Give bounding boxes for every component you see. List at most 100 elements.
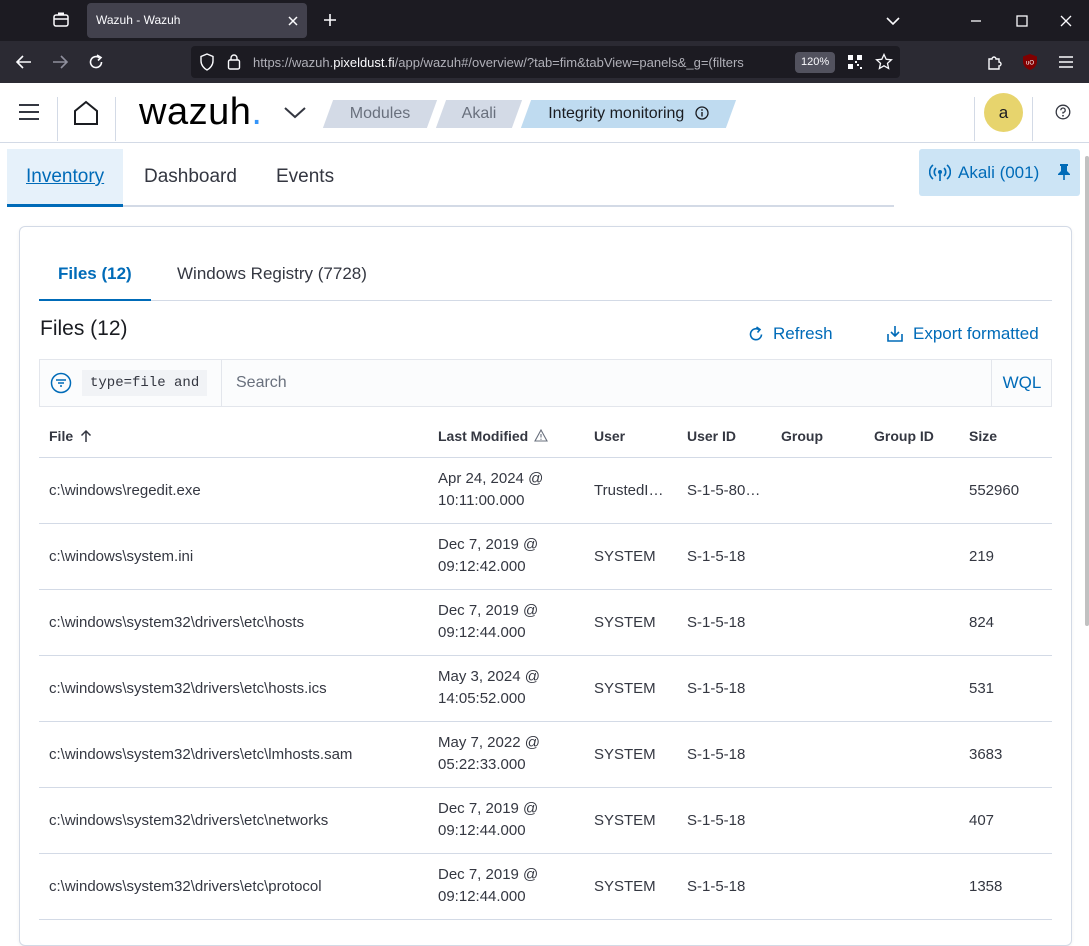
cell-user-id: S-1-5-80… xyxy=(677,457,771,524)
breadcrumb-label: Akali xyxy=(461,105,497,122)
zoom-level-badge[interactable]: 120% xyxy=(795,52,836,73)
modified-date: Dec 7, 2019 @ xyxy=(438,866,539,883)
cell-size: 1358 xyxy=(959,853,1052,920)
svg-text:uO: uO xyxy=(1026,61,1034,67)
column-header-user-id[interactable]: User ID xyxy=(677,415,771,458)
tab-dashboard[interactable]: Dashboard xyxy=(125,149,256,207)
minimize-icon[interactable] xyxy=(953,0,999,41)
cell-group-id xyxy=(864,787,959,854)
ublock-origin-icon[interactable]: uO xyxy=(1014,46,1046,78)
column-header-file[interactable]: File xyxy=(39,415,428,458)
cell-last-modified: May 7, 2022 @ 05:22:33.000 xyxy=(428,721,584,788)
help-icon[interactable] xyxy=(1052,101,1074,123)
export-label: Export formatted xyxy=(913,324,1039,343)
query-language-button[interactable]: WQL xyxy=(992,360,1052,406)
url-text[interactable]: https://wazuh.pixeldust.fi/app/wazuh#/ov… xyxy=(253,55,783,70)
column-header-last-modified[interactable]: Last Modified xyxy=(428,415,584,458)
forward-arrow-icon[interactable] xyxy=(44,46,76,78)
table-row[interactable]: c:\windows\system32\drivers\etc\hosts.ic… xyxy=(39,655,1052,722)
home-icon[interactable] xyxy=(68,95,104,131)
search-bar: type=file and WQL xyxy=(39,359,1052,407)
cell-group xyxy=(771,655,864,722)
sort-ascending-icon xyxy=(81,429,92,442)
logo-dot: . xyxy=(251,91,263,133)
cell-user-id: S-1-5-18 xyxy=(677,853,771,920)
tab-files[interactable]: Files (12) xyxy=(39,253,151,301)
column-header-user[interactable]: User xyxy=(584,415,677,458)
tab-windows-registry[interactable]: Windows Registry (7728) xyxy=(158,253,386,301)
reload-icon[interactable] xyxy=(80,46,112,78)
modified-date: May 7, 2022 @ xyxy=(438,734,540,751)
qr-code-icon[interactable] xyxy=(847,54,863,75)
wazuh-logo[interactable]: wazuh. xyxy=(139,91,262,134)
inventory-sub-tabs: Files (12) Windows Registry (7728) xyxy=(39,253,1052,301)
cell-group xyxy=(771,721,864,788)
maximize-icon[interactable] xyxy=(999,0,1045,41)
filter-icon[interactable] xyxy=(50,372,72,394)
column-header-group-id[interactable]: Group ID xyxy=(864,415,959,458)
cell-last-modified: Apr 24, 2024 @ 10:11:00.000 xyxy=(428,457,584,524)
search-input[interactable] xyxy=(222,360,990,406)
bookmark-star-icon[interactable] xyxy=(875,52,893,76)
close-tab-icon[interactable] xyxy=(283,11,303,31)
modified-date: Dec 7, 2019 @ xyxy=(438,602,539,619)
column-header-size[interactable]: Size xyxy=(959,415,1052,458)
agent-signal-icon xyxy=(928,162,952,187)
header-divider xyxy=(1032,97,1033,141)
breadcrumb-agent[interactable]: Akali xyxy=(435,100,523,128)
column-label: Last Modified xyxy=(438,427,529,444)
cell-size: 531 xyxy=(959,655,1052,722)
chevron-down-icon[interactable] xyxy=(280,99,310,127)
close-window-icon[interactable] xyxy=(1043,0,1089,41)
table-row[interactable]: c:\windows\system32\drivers\etc\networks… xyxy=(39,787,1052,854)
column-header-group[interactable]: Group xyxy=(771,415,864,458)
header-divider xyxy=(974,97,975,141)
table-row[interactable]: c:\windows\system32\drivers\etc\protocol… xyxy=(39,853,1052,920)
cell-size: 824 xyxy=(959,589,1052,656)
export-icon xyxy=(887,326,903,342)
hamburger-menu-icon[interactable] xyxy=(12,95,46,129)
tab-events[interactable]: Events xyxy=(257,149,353,207)
extensions-puzzle-icon[interactable] xyxy=(979,46,1011,78)
agent-selector-button[interactable]: Akali (001) xyxy=(919,149,1080,196)
tab-inventory[interactable]: Inventory xyxy=(7,149,124,207)
cell-size: 219 xyxy=(959,523,1052,590)
export-formatted-button[interactable]: Export formatted xyxy=(885,324,1039,344)
new-tab-icon[interactable] xyxy=(316,6,344,34)
breadcrumb-modules[interactable]: Modules xyxy=(322,100,438,128)
browser-tab[interactable]: Wazuh - Wazuh xyxy=(87,3,307,38)
table-row[interactable]: c:\windows\system32\drivers\etc\hosts De… xyxy=(39,589,1052,656)
url-prefix: https://wazuh. xyxy=(253,55,334,70)
back-arrow-icon[interactable] xyxy=(8,46,40,78)
cell-user-id: S-1-5-18 xyxy=(677,787,771,854)
query-filter-chip[interactable]: type=file and xyxy=(82,370,208,396)
tab-label: Inventory xyxy=(26,166,105,187)
modified-time: 09:12:44.000 xyxy=(438,888,526,905)
table-row[interactable]: c:\windows\system.ini Dec 7, 2019 @ 09:12… xyxy=(39,523,1052,590)
tab-label: Dashboard xyxy=(144,166,237,187)
app-menu-icon[interactable] xyxy=(1050,46,1082,78)
cell-file: c:\windows\system32\drivers\etc\lmhosts.… xyxy=(39,721,428,788)
table-row[interactable]: c:\windows\regedit.exe Apr 24, 2024 @ 10:… xyxy=(39,457,1052,524)
avatar[interactable]: a xyxy=(984,93,1023,132)
cell-group xyxy=(771,853,864,920)
tab-overflow-chevron-icon[interactable] xyxy=(870,0,916,41)
pin-icon[interactable] xyxy=(1057,163,1071,186)
info-icon[interactable] xyxy=(695,102,709,130)
module-tabs: Inventory Dashboard Events xyxy=(7,149,894,207)
url-path: /app/wazuh#/overview/?tab=fim&tabView=pa… xyxy=(394,55,744,70)
tab-list-icon[interactable] xyxy=(44,4,78,36)
lock-icon[interactable] xyxy=(227,53,241,75)
refresh-button[interactable]: Refresh xyxy=(747,324,833,344)
cell-user-id: S-1-5-18 xyxy=(677,523,771,590)
cell-user: SYSTEM xyxy=(584,721,677,788)
table-header-row: File Last Modified User User ID Group Gr… xyxy=(39,415,1052,458)
browser-tab-strip: Wazuh - Wazuh xyxy=(0,0,1089,41)
agent-label: Akali (001) xyxy=(958,163,1040,182)
modified-date: May 3, 2024 @ xyxy=(438,668,540,685)
url-bar[interactable]: https://wazuh.pixeldust.fi/app/wazuh#/ov… xyxy=(191,46,900,78)
page-scrollbar-thumb[interactable] xyxy=(1085,156,1089,626)
table-row[interactable]: c:\windows\system32\drivers\etc\lmhosts.… xyxy=(39,721,1052,788)
modified-date: Dec 7, 2019 @ xyxy=(438,536,539,553)
shield-icon[interactable] xyxy=(199,53,215,76)
